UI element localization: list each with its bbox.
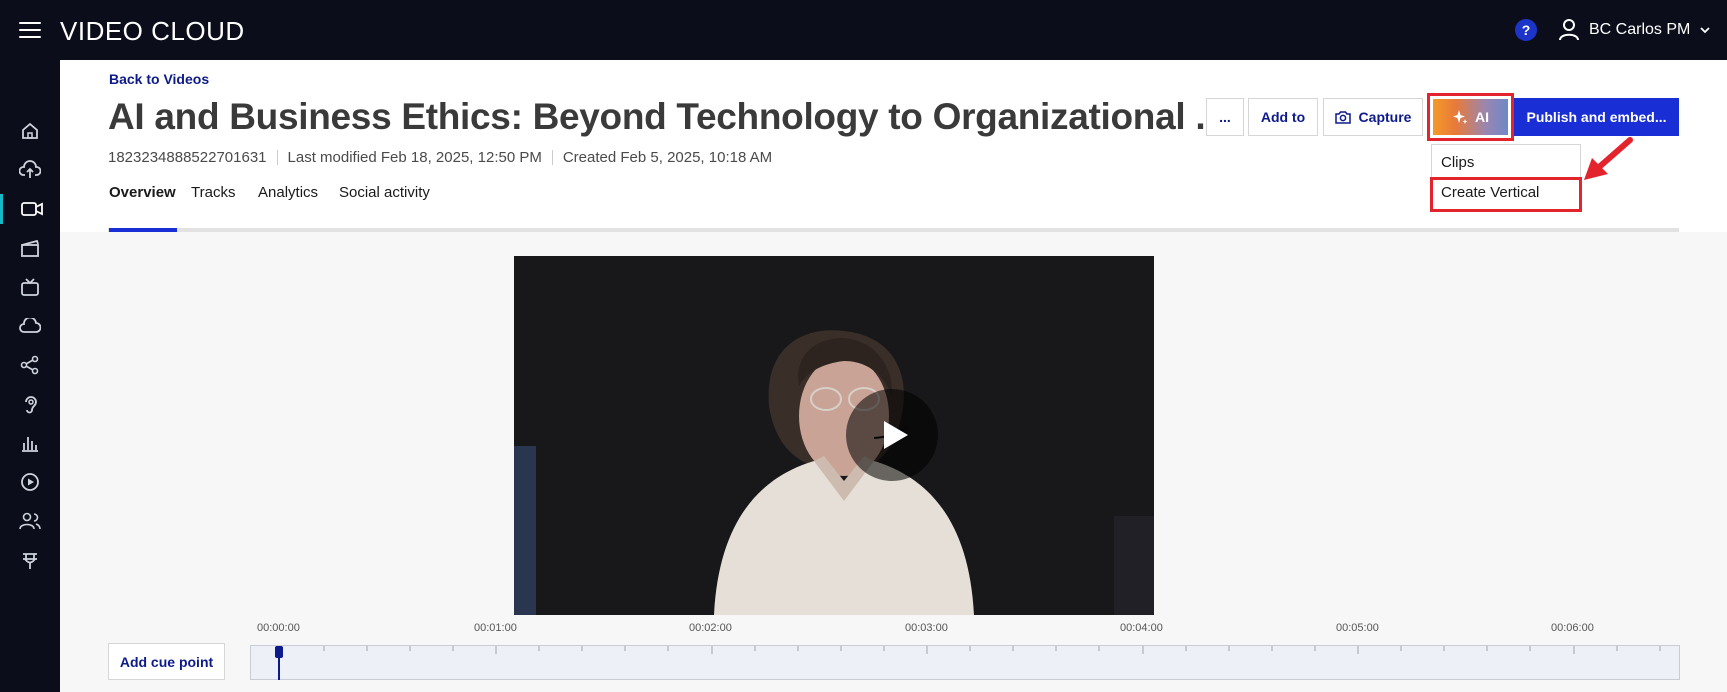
tab-analytics[interactable]: Analytics xyxy=(258,184,318,228)
publish-and-embed-button[interactable]: Publish and embed... xyxy=(1514,98,1679,136)
play-button[interactable] xyxy=(846,389,938,481)
play-icon xyxy=(884,421,908,449)
last-modified: Last modified Feb 18, 2025, 12:50 PM xyxy=(287,149,542,166)
clapperboard-icon xyxy=(21,239,39,257)
tick-label: 00:03:00 xyxy=(905,622,948,634)
timeline-ruler: 00:00:00 00:01:00 00:02:00 00:03:00 00:0… xyxy=(250,622,1680,646)
tab-tracks[interactable]: Tracks xyxy=(191,184,235,228)
sidebar-item-integrations[interactable] xyxy=(0,545,60,575)
cloud-icon xyxy=(19,318,41,333)
divider xyxy=(551,150,553,165)
add-cue-point-button[interactable]: Add cue point xyxy=(108,643,225,680)
tv-icon xyxy=(21,278,39,296)
capture-label: Capture xyxy=(1358,109,1412,125)
sidebar-item-media[interactable] xyxy=(0,194,60,224)
tick-label: 00:04:00 xyxy=(1120,622,1163,634)
tick-label: 00:06:00 xyxy=(1551,622,1594,634)
home-icon xyxy=(22,122,38,139)
sidebar-item-users[interactable] xyxy=(0,506,60,536)
tick-label: 00:05:00 xyxy=(1336,622,1379,634)
ear-icon xyxy=(25,396,37,414)
video-id: 1823234888522701631 xyxy=(108,149,267,166)
menu-item-clips[interactable]: Clips xyxy=(1441,154,1474,171)
user-name: BC Carlos PM xyxy=(1589,21,1691,38)
ai-label: AI xyxy=(1475,109,1489,125)
chevron-down-icon xyxy=(1700,26,1710,33)
capture-button[interactable]: Capture xyxy=(1323,98,1423,136)
sidebar-item-audience[interactable] xyxy=(0,389,60,419)
sidebar-item-studio[interactable] xyxy=(0,233,60,263)
tab-bar: Overview Tracks Analytics Social activit… xyxy=(108,184,1679,232)
camera-icon xyxy=(1334,111,1351,124)
video-icon xyxy=(20,202,43,216)
menu-icon[interactable] xyxy=(19,22,41,38)
timeline-track[interactable] xyxy=(250,645,1680,680)
timeline-ticks xyxy=(280,646,1661,654)
user-menu[interactable]: BC Carlos PM xyxy=(1559,18,1720,42)
tick-label: 00:02:00 xyxy=(689,622,732,634)
share-icon xyxy=(20,355,39,375)
tab-social-activity[interactable]: Social activity xyxy=(339,184,430,228)
video-player[interactable] xyxy=(514,256,1154,615)
created-date: Created Feb 5, 2025, 10:18 AM xyxy=(562,149,773,166)
sidebar-item-social[interactable] xyxy=(0,350,60,380)
bar-chart-icon xyxy=(22,437,38,452)
upload-icon xyxy=(19,160,41,178)
sidebar-nav xyxy=(0,60,60,692)
add-to-button[interactable]: Add to xyxy=(1248,98,1318,136)
sidebar-item-home[interactable] xyxy=(0,116,60,146)
plug-icon xyxy=(23,553,37,569)
more-actions-button[interactable]: ... xyxy=(1206,98,1244,136)
video-metadata: 1823234888522701631 Last modified Feb 18… xyxy=(108,149,772,166)
playhead-handle[interactable] xyxy=(275,646,283,658)
sidebar-item-analytics[interactable] xyxy=(0,428,60,458)
back-to-videos-link[interactable]: Back to Videos xyxy=(109,71,209,87)
tick-label: 00:01:00 xyxy=(474,622,517,634)
user-icon xyxy=(1559,19,1579,41)
divider xyxy=(276,150,278,165)
sparkle-icon xyxy=(1453,110,1468,124)
help-icon[interactable]: ? xyxy=(1515,19,1537,41)
page-title: AI and Business Ethics: Beyond Technolog… xyxy=(108,96,1226,137)
users-icon xyxy=(19,512,41,530)
sidebar-item-cloud[interactable] xyxy=(0,311,60,341)
tab-overview[interactable]: Overview xyxy=(109,184,177,232)
top-bar: VIDEO CLOUD ? BC Carlos PM xyxy=(0,0,1727,60)
play-circle-icon xyxy=(21,473,39,491)
sidebar-item-upload[interactable] xyxy=(0,155,60,185)
annotation-arrow-icon xyxy=(1584,137,1633,180)
sidebar-item-players[interactable] xyxy=(0,467,60,497)
sidebar-item-live[interactable] xyxy=(0,272,60,302)
video-frame-image xyxy=(514,256,1154,615)
tick-label: 00:00:00 xyxy=(257,622,300,634)
ai-button[interactable]: AI xyxy=(1433,99,1508,135)
brand-logo: VIDEO CLOUD xyxy=(60,16,245,46)
